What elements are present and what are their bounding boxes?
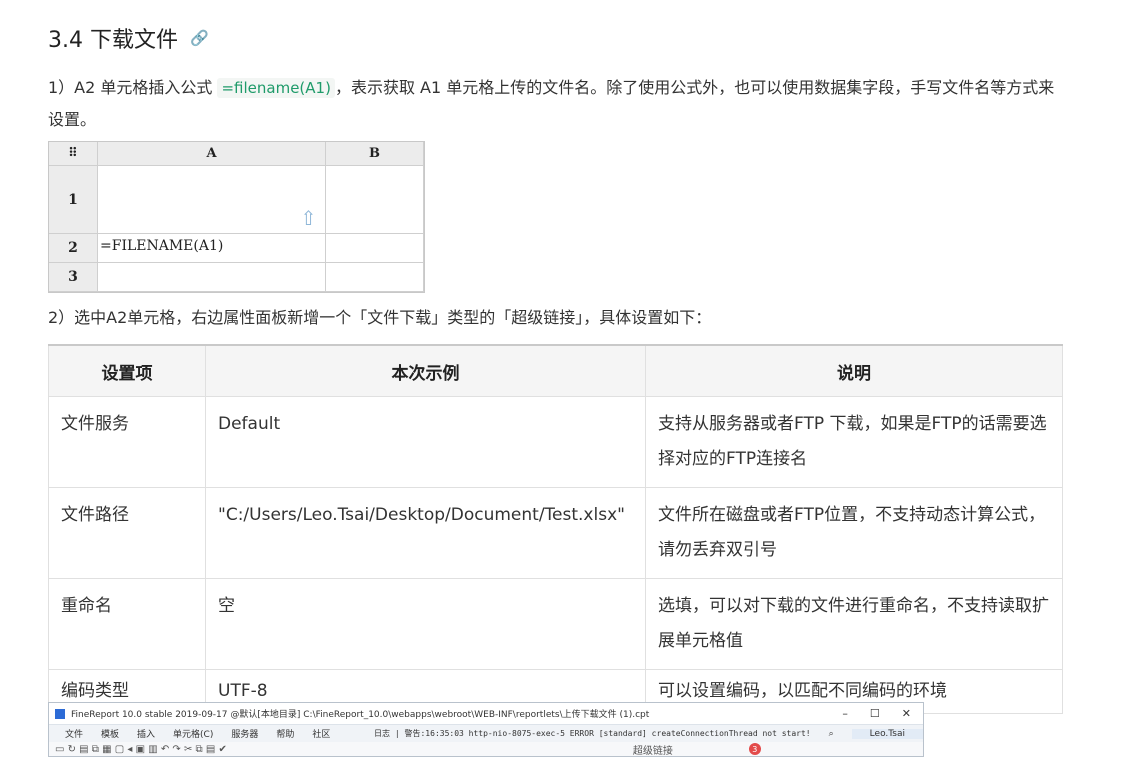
- table-cell: "C:/Users/Leo.Tsai/Desktop/Document/Test…: [205, 487, 646, 579]
- cell-a2: =FILENAME(A1): [98, 234, 326, 263]
- window-title: FineReport 10.0 stable 2019-09-17 @默认[本地…: [71, 710, 650, 720]
- cell-a1: [98, 166, 326, 234]
- close-icon[interactable]: ✕: [902, 707, 911, 720]
- app-icon: [55, 708, 65, 719]
- window-titlebar: FineReport 10.0 stable 2019-09-17 @默认[本地…: [49, 703, 923, 724]
- table-cell: 文件路径: [48, 487, 206, 579]
- table-cell: 文件所在磁盘或者FTP位置，不支持动态计算公式，请勿丢弃双引号: [645, 487, 1063, 579]
- cell-b2: [326, 234, 424, 263]
- settings-table: 设置项 本次示例 说明 文件服务 Default 支持从服务器或者FTP 下载，…: [48, 344, 1063, 714]
- header-description: 说明: [645, 344, 1063, 397]
- paragraph-1-prefix: 1）A2 单元格插入公式: [48, 78, 218, 97]
- menu-item-file[interactable]: 文件: [65, 727, 83, 740]
- anchor-link-icon[interactable]: 🔗: [190, 29, 209, 47]
- log-status: 日志 | 警告:16:35:03 http-nio-8075-exec-5 ER…: [374, 729, 811, 738]
- search-icon[interactable]: ⌕: [829, 729, 834, 739]
- menu-item-insert[interactable]: 插入: [137, 727, 155, 740]
- row-header-1: 1: [49, 166, 98, 234]
- table-cell: 重命名: [48, 578, 206, 670]
- corner-cell: ⠿: [49, 142, 98, 166]
- column-header-b: B: [326, 142, 424, 166]
- table-row: 重命名 空 选填，可以对下载的文件进行重命名，不支持读取扩展单元格值: [48, 578, 1063, 670]
- table-cell: 空: [205, 578, 646, 670]
- section-heading: 3.4 下载文件 🔗: [48, 22, 209, 54]
- menu-item-cell[interactable]: 单元格(C): [173, 727, 213, 740]
- table-cell: 文件服务: [48, 396, 206, 488]
- spreadsheet-image: ⠿ A B 1 2 =FILENAME(A1) 3 ⇧: [48, 141, 425, 293]
- cell-a3: [98, 263, 326, 292]
- section-title: 3.4 下载文件: [48, 28, 178, 53]
- toolbar-icons[interactable]: ▭ ↻ ▤ ⧉ ▦ ▢ ◂ ▣ ▥ ↶ ↷ ✂ ⧉ ▤ ✔: [55, 744, 227, 755]
- paragraph-2: 2）选中A2单元格，右边属性面板新增一个「文件下载」类型的「超级链接」，具体设置…: [48, 308, 712, 327]
- menu-item-server[interactable]: 服务器: [231, 727, 258, 740]
- designer-window-screenshot: FineReport 10.0 stable 2019-09-17 @默认[本地…: [48, 702, 924, 757]
- menu-item-template[interactable]: 模板: [101, 727, 119, 740]
- header-setting: 设置项: [48, 344, 206, 397]
- window-controls: – ☐ ✕: [842, 707, 923, 720]
- row-header-3: 3: [49, 263, 98, 292]
- table-cell: 支持从服务器或者FTP 下载，如果是FTP的话需要选择对应的FTP连接名: [645, 396, 1063, 488]
- column-header-a: A: [98, 142, 326, 166]
- table-row: 文件服务 Default 支持从服务器或者FTP 下载，如果是FTP的话需要选择…: [48, 396, 1063, 488]
- user-name[interactable]: Leo.Tsai: [851, 728, 923, 739]
- table-row: 文件路径 "C:/Users/Leo.Tsai/Desktop/Document…: [48, 487, 1063, 579]
- paragraph-1: 1）A2 单元格插入公式 =filename(A1) ，表示获取 A1 单元格上传…: [48, 72, 1068, 135]
- cell-b1: [326, 166, 424, 234]
- upload-icon: ⇧: [300, 206, 317, 230]
- menu-item-help[interactable]: 帮助: [276, 727, 294, 740]
- table-cell: 选填，可以对下载的文件进行重命名，不支持读取扩展单元格值: [645, 578, 1063, 670]
- row-header-2: 2: [49, 234, 98, 263]
- header-example: 本次示例: [205, 344, 646, 397]
- menu-item-community[interactable]: 社区: [312, 727, 330, 740]
- table-header-row: 设置项 本次示例 说明: [48, 344, 1063, 397]
- formula-code: =filename(A1): [217, 78, 335, 98]
- hyperlink-label[interactable]: 超级链接: [633, 742, 673, 757]
- table-cell: Default: [205, 396, 646, 488]
- maximize-icon[interactable]: ☐: [870, 707, 880, 720]
- cell-b3: [326, 263, 424, 292]
- notification-badge: 3: [748, 743, 761, 755]
- minimize-icon[interactable]: –: [842, 707, 848, 720]
- toolbar: ▭ ↻ ▤ ⧉ ▦ ▢ ◂ ▣ ▥ ↶ ↷ ✂ ⧉ ▤ ✔ 超级链接 3: [49, 742, 923, 756]
- menu-bar: 文件 模板 插入 单元格(C) 服务器 帮助 社区 日志 | 警告:16:35:…: [49, 724, 923, 742]
